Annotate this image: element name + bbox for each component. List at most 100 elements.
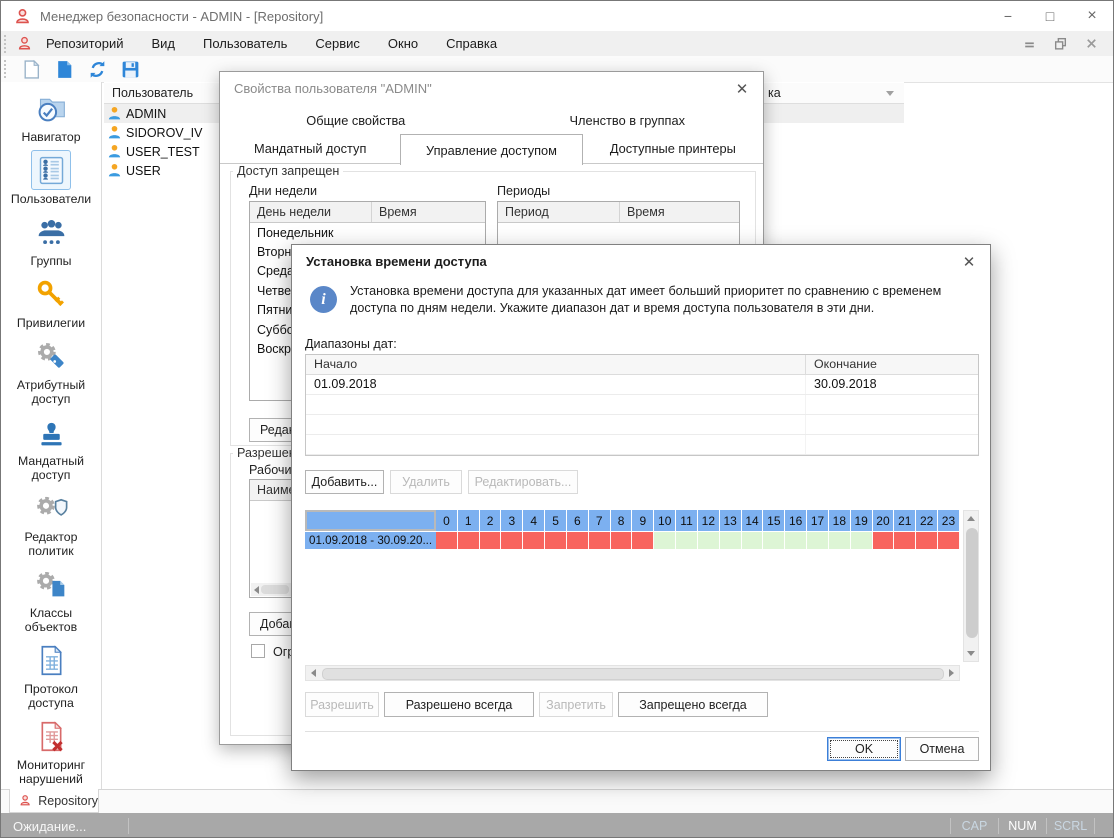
refresh-icon[interactable] bbox=[87, 59, 108, 80]
weekday-row-0[interactable]: Понедельник bbox=[250, 223, 485, 242]
scroll-up-icon[interactable] bbox=[964, 511, 978, 526]
hour-header-cell-18[interactable]: 18 bbox=[829, 510, 851, 531]
time-cell-11-allowed[interactable] bbox=[676, 532, 698, 549]
hour-header-cell-12[interactable]: 12 bbox=[698, 510, 720, 531]
time-cell-22-denied[interactable] bbox=[916, 532, 938, 549]
time-cell-21-denied[interactable] bbox=[894, 532, 916, 549]
menu-item-2[interactable]: Пользователь bbox=[189, 31, 301, 56]
hour-header-cell-6[interactable]: 6 bbox=[567, 510, 589, 531]
time-cell-5-denied[interactable] bbox=[545, 532, 567, 549]
tab-group-membership[interactable]: Членство в группах bbox=[492, 106, 764, 134]
time-cell-14-allowed[interactable] bbox=[742, 532, 764, 549]
header-dropdown-icon[interactable] bbox=[886, 91, 894, 96]
scrollbar-thumb[interactable] bbox=[322, 668, 944, 680]
maximize-icon[interactable]: □ bbox=[1029, 1, 1071, 31]
sidebar-item-1[interactable]: Пользователи bbox=[5, 150, 97, 206]
time-column-header[interactable]: Время bbox=[372, 202, 485, 222]
time-cell-8-denied[interactable] bbox=[611, 532, 633, 549]
date-range-row-0[interactable]: 01.09.201830.09.2018 bbox=[306, 375, 978, 395]
menu-item-5[interactable]: Справка bbox=[432, 31, 511, 56]
hour-header-cell-1[interactable]: 1 bbox=[458, 510, 480, 531]
hour-header-cell-21[interactable]: 21 bbox=[894, 510, 916, 531]
hour-header-cell-4[interactable]: 4 bbox=[523, 510, 545, 531]
time-cell-3-denied[interactable] bbox=[501, 532, 523, 549]
scroll-left-icon[interactable] bbox=[306, 666, 321, 680]
time-cell-19-allowed[interactable] bbox=[851, 532, 873, 549]
close-icon[interactable]: × bbox=[1071, 1, 1113, 31]
mdi-close-icon[interactable] bbox=[1084, 36, 1099, 51]
mdi-minimize-icon[interactable] bbox=[1022, 36, 1037, 51]
period-column-header[interactable]: Период bbox=[498, 202, 620, 222]
time-cell-12-allowed[interactable] bbox=[698, 532, 720, 549]
hour-header-cell-22[interactable]: 22 bbox=[916, 510, 938, 531]
hour-header-cell-0[interactable]: 0 bbox=[436, 510, 458, 531]
add-range-button[interactable]: Добавить... bbox=[305, 470, 384, 494]
end-column-header[interactable]: Окончание bbox=[806, 355, 978, 374]
hour-header-cell-2[interactable]: 2 bbox=[480, 510, 502, 531]
time-cell-17-allowed[interactable] bbox=[807, 532, 829, 549]
hour-header-cell-8[interactable]: 8 bbox=[611, 510, 633, 531]
sidebar-item-9[interactable]: Мониторинг нарушений защиты bbox=[5, 716, 97, 789]
time-cell-16-allowed[interactable] bbox=[785, 532, 807, 549]
menu-item-3[interactable]: Сервис bbox=[301, 31, 374, 56]
time-cell-1-denied[interactable] bbox=[458, 532, 480, 549]
scroll-right-icon[interactable] bbox=[944, 666, 959, 680]
sidebar-item-6[interactable]: Редактор политик bbox=[5, 488, 97, 558]
empty-range-row[interactable] bbox=[306, 435, 978, 455]
sidebar-item-3[interactable]: Привилегии bbox=[5, 274, 97, 330]
deny-always-button[interactable]: Запрещено всегда bbox=[618, 692, 768, 717]
time-cell-10-allowed[interactable] bbox=[654, 532, 676, 549]
partial-column-header[interactable]: ка bbox=[766, 83, 904, 103]
empty-range-row[interactable] bbox=[306, 395, 978, 415]
empty-range-row[interactable] bbox=[306, 415, 978, 435]
scrollbar-thumb[interactable] bbox=[966, 528, 978, 638]
time-cell-9-denied[interactable] bbox=[632, 532, 654, 549]
hour-header-cell-14[interactable]: 14 bbox=[742, 510, 764, 531]
vertical-scrollbar[interactable] bbox=[963, 510, 979, 662]
hour-header-cell-17[interactable]: 17 bbox=[807, 510, 829, 531]
save-icon[interactable] bbox=[120, 59, 141, 80]
scrollbar-thumb[interactable] bbox=[261, 585, 289, 594]
time-cell-20-denied[interactable] bbox=[873, 532, 895, 549]
sidebar-item-7[interactable]: Классы объектов bbox=[5, 564, 97, 634]
tab-repository[interactable]: Repository bbox=[9, 789, 99, 813]
hour-header-cell-5[interactable]: 5 bbox=[545, 510, 567, 531]
sidebar-item-2[interactable]: Группы bbox=[5, 212, 97, 268]
hour-header-cell-3[interactable]: 3 bbox=[501, 510, 523, 531]
time-cell-7-denied[interactable] bbox=[589, 532, 611, 549]
menu-item-0[interactable]: Репозиторий bbox=[32, 31, 137, 56]
hour-header-cell-7[interactable]: 7 bbox=[589, 510, 611, 531]
restrict-checkbox[interactable] bbox=[251, 644, 265, 658]
start-column-header[interactable]: Начало bbox=[306, 355, 806, 374]
mdi-restore-icon[interactable] bbox=[1053, 36, 1068, 51]
time-cell-6-denied[interactable] bbox=[567, 532, 589, 549]
tab-mandatory-access[interactable]: Мандатный доступ bbox=[220, 134, 400, 163]
hour-header-cell-13[interactable]: 13 bbox=[720, 510, 742, 531]
hour-header-cell-11[interactable]: 11 bbox=[676, 510, 698, 531]
ok-button[interactable]: OK bbox=[827, 737, 901, 761]
hour-header-cell-20[interactable]: 20 bbox=[873, 510, 895, 531]
time-cell-18-allowed[interactable] bbox=[829, 532, 851, 549]
minimize-icon[interactable]: − bbox=[987, 1, 1029, 31]
document-icon[interactable] bbox=[54, 59, 75, 80]
time-grid-corner-cell[interactable] bbox=[305, 510, 436, 531]
hour-header-cell-19[interactable]: 19 bbox=[851, 510, 873, 531]
sidebar-item-0[interactable]: Навигатор bbox=[5, 88, 97, 144]
sidebar-item-8[interactable]: Протокол доступа bbox=[5, 640, 97, 710]
menu-item-1[interactable]: Вид bbox=[137, 31, 189, 56]
hour-header-cell-16[interactable]: 16 bbox=[785, 510, 807, 531]
time-cell-2-denied[interactable] bbox=[480, 532, 502, 549]
allow-always-button[interactable]: Разрешено всегда bbox=[384, 692, 534, 717]
menu-item-4[interactable]: Окно bbox=[374, 31, 432, 56]
scroll-down-icon[interactable] bbox=[964, 646, 978, 661]
time-cell-13-allowed[interactable] bbox=[720, 532, 742, 549]
close-icon[interactable]: ✕ bbox=[731, 79, 753, 99]
tab-access-control[interactable]: Управление доступом bbox=[400, 134, 582, 165]
user-column-header[interactable]: Пользователь bbox=[112, 86, 193, 100]
horizontal-scrollbar[interactable] bbox=[305, 665, 960, 681]
time-cell-4-denied[interactable] bbox=[523, 532, 545, 549]
sidebar-item-5[interactable]: Мандатный доступ bbox=[5, 412, 97, 482]
time-cell-0-denied[interactable] bbox=[436, 532, 458, 549]
sidebar-item-4[interactable]: Атрибутный доступ bbox=[5, 336, 97, 406]
hour-header-cell-9[interactable]: 9 bbox=[632, 510, 654, 531]
